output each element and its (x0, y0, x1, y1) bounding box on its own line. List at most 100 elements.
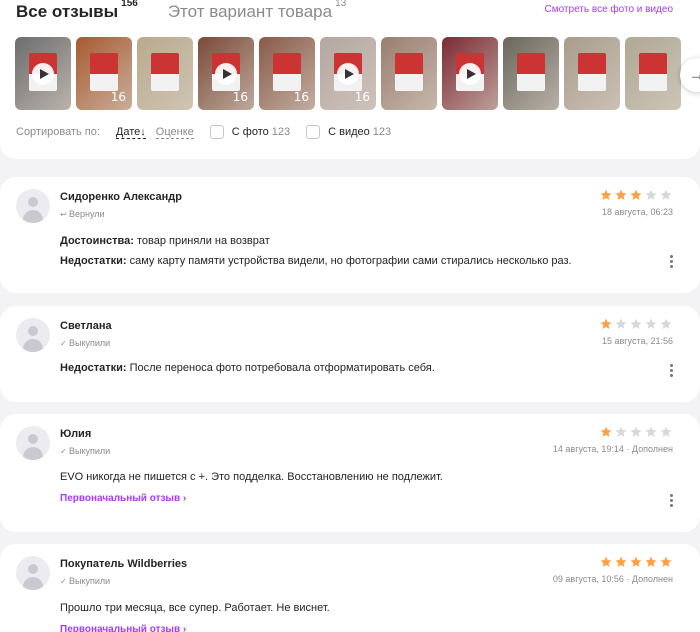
rating-stars (597, 189, 672, 201)
star-empty-icon (645, 426, 657, 437)
filter-photo-label: С фото (231, 126, 269, 138)
filter-video-count: 123 (372, 126, 392, 138)
sort-by-date[interactable]: Дате↓ (115, 125, 146, 139)
sort-bar: Сортировать по: Дате↓ Оценке С фото 123 … (16, 125, 407, 139)
tab-this-variant[interactable]: Этот вариант товара 13 (168, 0, 346, 22)
rating-stars (597, 426, 672, 438)
cons-label: Недостатки: (60, 362, 127, 374)
cons-text: саму карту памяти устройства видели, но … (126, 255, 572, 267)
review-card: Юлия ✓ Выкупили 14 августа, 19:14 · Допол… (0, 414, 700, 532)
purchase-status-label: Выкупили (69, 576, 111, 586)
review-cons: Недостатки: саму карту памяти устройства… (60, 255, 572, 267)
filter-video-label: С видео (328, 126, 370, 138)
star-empty-icon (660, 189, 672, 200)
star-empty-icon (630, 426, 642, 437)
purchase-status: ✓ Выкупили (60, 446, 110, 456)
star-empty-icon (630, 318, 642, 329)
purchase-status: ✓ Выкупили (60, 576, 110, 586)
star-filled-icon (600, 556, 612, 567)
photo-thumbnail[interactable] (503, 37, 559, 110)
sort-label: Сортировать по: (16, 126, 100, 138)
photo-thumbnail[interactable] (381, 37, 437, 110)
review-card: Светлана ✓ Выкупили 15 августа, 21:56 Нед… (0, 306, 700, 402)
more-options-icon[interactable] (670, 494, 673, 509)
pros-text: товар приняли на возврат (133, 235, 270, 247)
photo-thumbnail[interactable] (137, 37, 193, 110)
filter-photo-count: 123 (271, 126, 291, 138)
play-icon (32, 62, 54, 85)
tab-all-reviews[interactable]: Все отзывы 156 (16, 0, 138, 22)
tab-all-count: 156 (121, 0, 138, 10)
photo-checkbox[interactable] (209, 125, 224, 139)
review-text: Прошло три месяца, все супер. Работает. … (60, 602, 330, 614)
star-filled-icon (615, 189, 627, 200)
original-review-link[interactable]: Первоначальный отзыв › (60, 624, 186, 632)
sort-by-rating[interactable]: Оценке (155, 126, 194, 139)
star-empty-icon (615, 318, 627, 329)
memory-card-image (395, 53, 423, 91)
star-empty-icon (660, 426, 672, 437)
star-filled-icon (645, 556, 657, 567)
review-date: 14 августа, 19:14 · Дополнен (552, 444, 673, 454)
purchase-status-label: Выкупили (69, 446, 111, 456)
star-filled-icon (630, 556, 642, 567)
rating-stars (597, 556, 672, 568)
play-icon (215, 62, 237, 85)
filter-with-video[interactable]: С видео 123 (306, 125, 391, 139)
purchase-status-label: Вернули (69, 209, 105, 219)
thumbnail-caption: 16 (293, 90, 309, 104)
photo-thumbnail[interactable]: 16 (259, 37, 315, 110)
more-options-icon[interactable] (670, 255, 673, 270)
star-filled-icon (615, 556, 627, 567)
play-icon (459, 62, 481, 85)
photo-thumbnail[interactable] (625, 37, 681, 110)
review-card: Сидоренко Александр ↩ Вернули 18 августа,… (0, 177, 700, 293)
photo-thumbnail[interactable] (564, 37, 620, 110)
star-filled-icon (600, 318, 612, 329)
thumbnail-caption: 16 (110, 90, 126, 104)
review-text: EVO никогда не пишется с +. Это подделка… (60, 471, 443, 483)
star-filled-icon (600, 189, 612, 200)
video-checkbox[interactable] (306, 125, 321, 139)
star-empty-icon (660, 318, 672, 329)
more-options-icon[interactable] (670, 364, 673, 379)
reviews-header-panel: Все отзывы 156 Этот вариант товара 13 Смот… (0, 0, 700, 159)
media-gallery: 16 16 16 16 (15, 37, 686, 110)
star-empty-icon (645, 189, 657, 200)
video-thumbnail[interactable] (15, 37, 71, 110)
pros-label: Достоинства: (60, 235, 134, 247)
original-review-link[interactable]: Первоначальный отзыв › (60, 493, 186, 504)
video-thumbnail[interactable]: 16 (198, 37, 254, 110)
thumbnail-caption: 16 (232, 90, 248, 104)
reviewer-name: Светлана (60, 320, 112, 332)
memory-card-image (151, 53, 179, 91)
cons-text: После переноса фото потребовала отформат… (126, 362, 435, 374)
star-filled-icon (600, 426, 612, 437)
check-icon: ✓ (60, 339, 67, 348)
review-date: 15 августа, 21:56 (601, 336, 673, 346)
tab-all-label: Все отзывы (16, 2, 119, 21)
photo-thumbnail[interactable]: 16 (76, 37, 132, 110)
video-thumbnail[interactable]: 16 (320, 37, 376, 110)
see-all-media-link[interactable]: Смотреть все фото и видео (544, 4, 673, 15)
purchase-status: ↩ Вернули (60, 209, 105, 219)
review-date: 09 августа, 10:56 · Дополнен (552, 574, 673, 584)
cons-label: Недостатки: (60, 255, 127, 267)
memory-card-image (517, 53, 545, 91)
avatar (16, 318, 50, 352)
sort-direction-icon: ↓ (140, 125, 146, 138)
purchase-status-label: Выкупили (69, 338, 111, 348)
review-cons: Недостатки: После переноса фото потребов… (60, 362, 435, 374)
purchase-status: ✓ Выкупили (60, 338, 110, 348)
video-thumbnail[interactable] (442, 37, 498, 110)
arrow-right-icon: → (688, 65, 700, 84)
check-icon: ✓ (60, 577, 67, 586)
star-empty-icon (615, 426, 627, 437)
sort-by-date-label: Дате (115, 125, 141, 138)
avatar (16, 556, 50, 590)
memory-card-image (578, 53, 606, 91)
memory-card-image (273, 53, 301, 91)
memory-card-image (90, 53, 118, 91)
filter-with-photo[interactable]: С фото 123 (209, 125, 291, 139)
reviewer-name: Сидоренко Александр (60, 191, 183, 203)
